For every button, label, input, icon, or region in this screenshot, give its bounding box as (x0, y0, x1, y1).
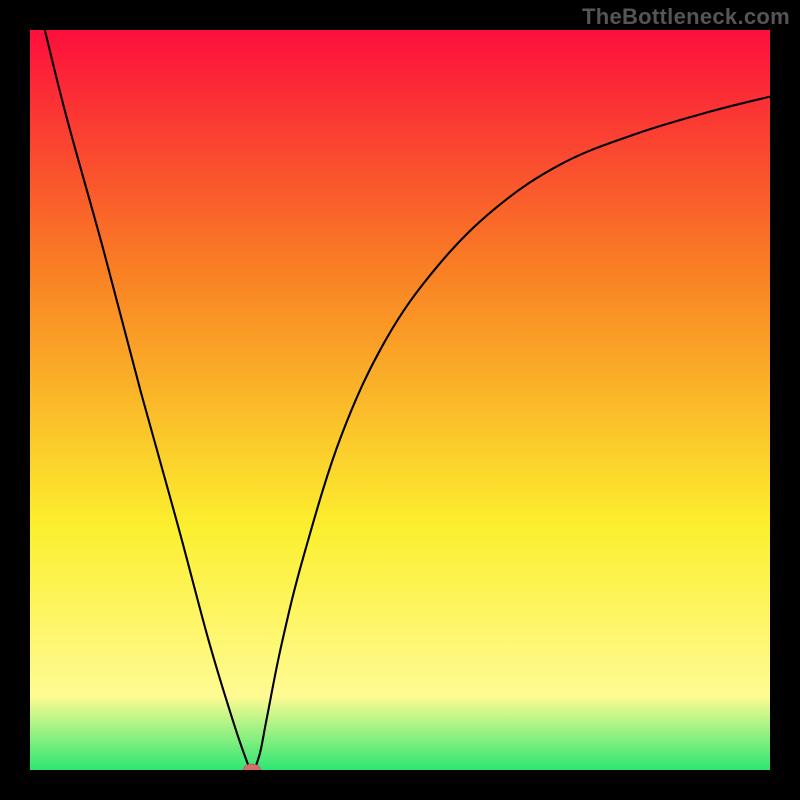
plot-svg (30, 30, 770, 770)
gradient-background (30, 30, 770, 770)
chart-frame: TheBottleneck.com (0, 0, 800, 800)
watermark-text: TheBottleneck.com (582, 4, 790, 30)
plot-area (30, 30, 770, 770)
